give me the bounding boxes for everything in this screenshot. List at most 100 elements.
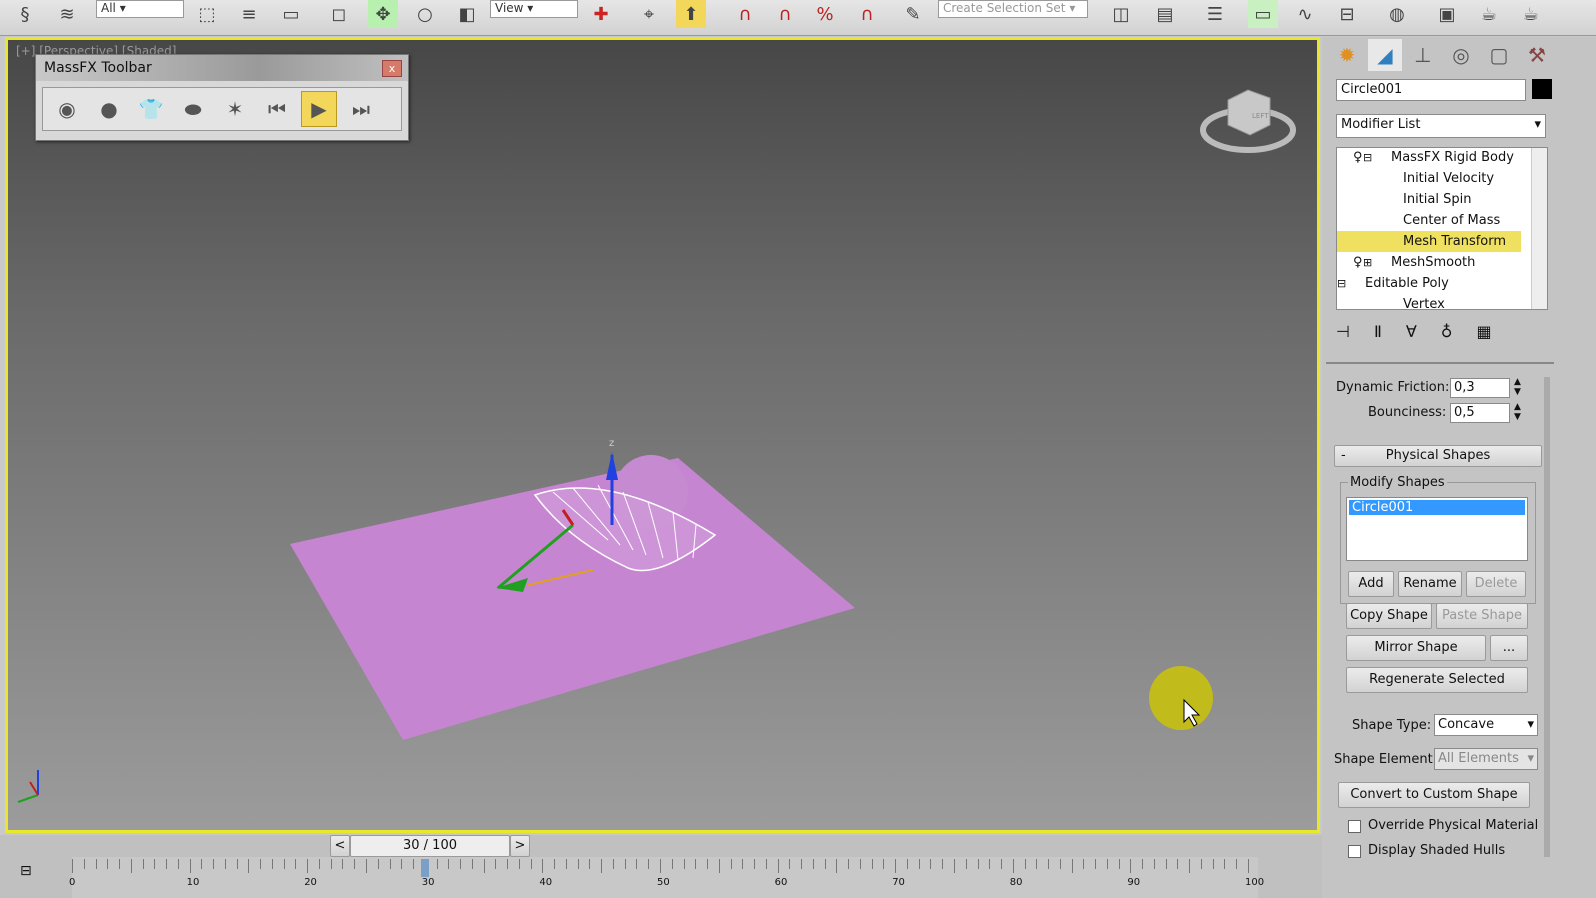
- modifier-list-dropdown[interactable]: Modifier List ▾: [1336, 114, 1546, 138]
- modifier-stack[interactable]: ♀ ⊟ MassFX Rigid Body Initial Velocity Initi…: [1336, 147, 1548, 310]
- shape-list-item[interactable]: Circle001: [1349, 500, 1525, 515]
- viewcube-face-label[interactable]: LEFT: [1252, 112, 1269, 120]
- stack-scrollbar[interactable]: [1531, 148, 1547, 309]
- bounciness-spinner[interactable]: 0,5: [1450, 403, 1510, 423]
- track-bar[interactable]: 0 10 20 30 40 50 60 70 80 90 100: [69, 857, 1264, 898]
- render-setup-icon[interactable]: ▣: [1432, 0, 1462, 28]
- keyboard-shortcut-icon[interactable]: ⬆: [676, 0, 706, 28]
- dynamic-friction-spinner[interactable]: 0,3: [1450, 378, 1510, 398]
- object-color-swatch[interactable]: [1532, 79, 1552, 99]
- create-tab-icon[interactable]: ✹: [1330, 39, 1364, 71]
- physical-shapes-rollout[interactable]: - Physical Shapes: [1334, 445, 1542, 467]
- pivot-center-icon[interactable]: ✚: [586, 0, 616, 28]
- mini-curve-editor-icon[interactable]: ⊟: [20, 863, 32, 879]
- shape-element-dropdown[interactable]: All Elements ▾: [1434, 748, 1538, 770]
- rename-shape-button[interactable]: Rename: [1398, 571, 1462, 597]
- world-parameters-icon[interactable]: ◉: [49, 91, 85, 127]
- display-shaded-hulls-checkbox[interactable]: [1348, 845, 1361, 858]
- manipulate-icon[interactable]: ⌖: [634, 0, 664, 28]
- spinner-snap-icon[interactable]: ∩: [852, 0, 882, 28]
- select-object-icon[interactable]: ⬚: [192, 0, 222, 28]
- window-crossing-icon[interactable]: ◻: [324, 0, 354, 28]
- regenerate-selected-button[interactable]: Regenerate Selected: [1346, 667, 1528, 693]
- mirror-shape-options-button[interactable]: ...: [1490, 635, 1528, 661]
- utilities-tab-icon[interactable]: ⚒: [1520, 39, 1554, 71]
- convert-to-custom-shape-button[interactable]: Convert to Custom Shape: [1338, 782, 1530, 808]
- render-frame-icon[interactable]: ☕: [1474, 0, 1504, 28]
- percent-snap-icon[interactable]: %: [810, 0, 840, 28]
- previous-frame-button[interactable]: <: [330, 835, 350, 857]
- make-unique-icon[interactable]: ∀: [1406, 322, 1417, 341]
- panel-scrollbar[interactable]: [1544, 377, 1550, 857]
- stack-item[interactable]: ♀ ⊞ MeshSmooth: [1337, 252, 1521, 273]
- scene-explorer-icon[interactable]: ▭: [1248, 0, 1278, 28]
- named-selection-set-input[interactable]: Create Selection Set ▾: [938, 0, 1088, 18]
- motion-tab-icon[interactable]: ◎: [1444, 39, 1478, 71]
- rotate-icon[interactable]: ○: [410, 0, 440, 28]
- play-simulation-icon[interactable]: ▶: [301, 91, 337, 127]
- object-name-field[interactable]: Circle001: [1336, 79, 1526, 101]
- rigid-body-icon[interactable]: ●: [91, 91, 127, 127]
- pin-stack-icon[interactable]: ⊣: [1336, 322, 1350, 341]
- move-icon[interactable]: ✥: [368, 0, 398, 28]
- render-icon[interactable]: ☕: [1516, 0, 1546, 28]
- bind-spacewarp-icon[interactable]: ≋: [52, 0, 82, 28]
- delete-shape-button[interactable]: Delete: [1466, 571, 1526, 597]
- mcloth-icon[interactable]: 👕: [133, 91, 169, 127]
- modify-tab-icon[interactable]: ◢: [1368, 39, 1402, 71]
- link-icon[interactable]: §: [10, 0, 40, 28]
- expand-toggle-icon[interactable]: ⊞: [1363, 252, 1372, 273]
- stack-item[interactable]: Initial Spin: [1337, 189, 1521, 210]
- stack-item[interactable]: ♀ ⊟ MassFX Rigid Body: [1337, 148, 1521, 168]
- rect-selection-icon[interactable]: ▭: [276, 0, 306, 28]
- shapes-list[interactable]: Circle001: [1346, 497, 1528, 561]
- reset-simulation-icon[interactable]: ⏮: [259, 91, 295, 127]
- mirror-shape-button[interactable]: Mirror Shape: [1346, 635, 1486, 661]
- dynamic-friction-spin-arrows[interactable]: ▲ ▼: [1514, 377, 1521, 397]
- mirror-icon[interactable]: ◫: [1106, 0, 1136, 28]
- perspective-viewport[interactable]: [+] [Perspective] [Shaded] z LEFT: [5, 37, 1320, 833]
- schematic-view-icon[interactable]: ⊟: [1332, 0, 1362, 28]
- viewcube[interactable]: LEFT: [1200, 89, 1296, 153]
- layer-manager-icon[interactable]: ☰: [1200, 0, 1230, 28]
- stack-item[interactable]: Vertex: [1337, 294, 1521, 309]
- massfx-toolbar-window[interactable]: MassFX Toolbar x ◉ ● 👕 ⬬ ✶ ⏮ ▶ ⏭: [35, 54, 409, 141]
- next-frame-button[interactable]: >: [510, 835, 530, 857]
- hierarchy-tab-icon[interactable]: ⊥: [1406, 39, 1440, 71]
- light-bulb-icon[interactable]: ♀: [1353, 252, 1363, 273]
- stack-item[interactable]: Initial Velocity: [1337, 168, 1521, 189]
- stack-item[interactable]: ⊟ Editable Poly: [1337, 273, 1521, 294]
- expand-toggle-icon[interactable]: ⊟: [1363, 148, 1372, 168]
- ragdoll-icon[interactable]: ✶: [217, 91, 253, 127]
- light-bulb-icon[interactable]: ♀: [1353, 148, 1363, 168]
- paste-shape-button[interactable]: Paste Shape: [1436, 603, 1528, 629]
- constraint-icon[interactable]: ⬬: [175, 91, 211, 127]
- scale-icon[interactable]: ◧: [452, 0, 482, 28]
- configure-sets-icon[interactable]: ▦: [1476, 322, 1491, 341]
- align-icon[interactable]: ▤: [1150, 0, 1180, 28]
- edit-named-sets-icon[interactable]: ✎: [898, 0, 928, 28]
- material-editor-icon[interactable]: ◍: [1382, 0, 1412, 28]
- curve-editor-icon[interactable]: ∿: [1290, 0, 1320, 28]
- stack-item[interactable]: Mesh Transform: [1337, 231, 1521, 252]
- select-by-name-icon[interactable]: ≡: [234, 0, 264, 28]
- massfx-title[interactable]: MassFX Toolbar: [36, 55, 408, 81]
- display-tab-icon[interactable]: ▢: [1482, 39, 1516, 71]
- show-end-result-icon[interactable]: Ⅱ: [1374, 322, 1382, 341]
- remove-modifier-icon[interactable]: ♁: [1441, 322, 1453, 341]
- snap-icon[interactable]: ∩: [730, 0, 760, 28]
- selection-filter-dropdown[interactable]: All ▾: [96, 0, 184, 18]
- add-shape-button[interactable]: Add: [1348, 571, 1394, 597]
- expand-toggle-icon[interactable]: ⊟: [1337, 273, 1346, 294]
- bounciness-spin-arrows[interactable]: ▲ ▼: [1514, 402, 1521, 422]
- current-frame-marker[interactable]: [420, 859, 429, 877]
- shape-type-dropdown[interactable]: Concave ▾: [1434, 714, 1538, 736]
- time-slider[interactable]: 30 / 100: [350, 835, 510, 857]
- reference-coord-dropdown[interactable]: View ▾: [490, 0, 578, 18]
- massfx-close-button[interactable]: x: [382, 60, 402, 77]
- override-physical-material-checkbox[interactable]: [1348, 820, 1361, 833]
- angle-snap-icon[interactable]: ∩: [770, 0, 800, 28]
- copy-shape-button[interactable]: Copy Shape: [1346, 603, 1432, 629]
- step-simulation-icon[interactable]: ⏭: [343, 91, 379, 127]
- stack-item[interactable]: Center of Mass: [1337, 210, 1521, 231]
